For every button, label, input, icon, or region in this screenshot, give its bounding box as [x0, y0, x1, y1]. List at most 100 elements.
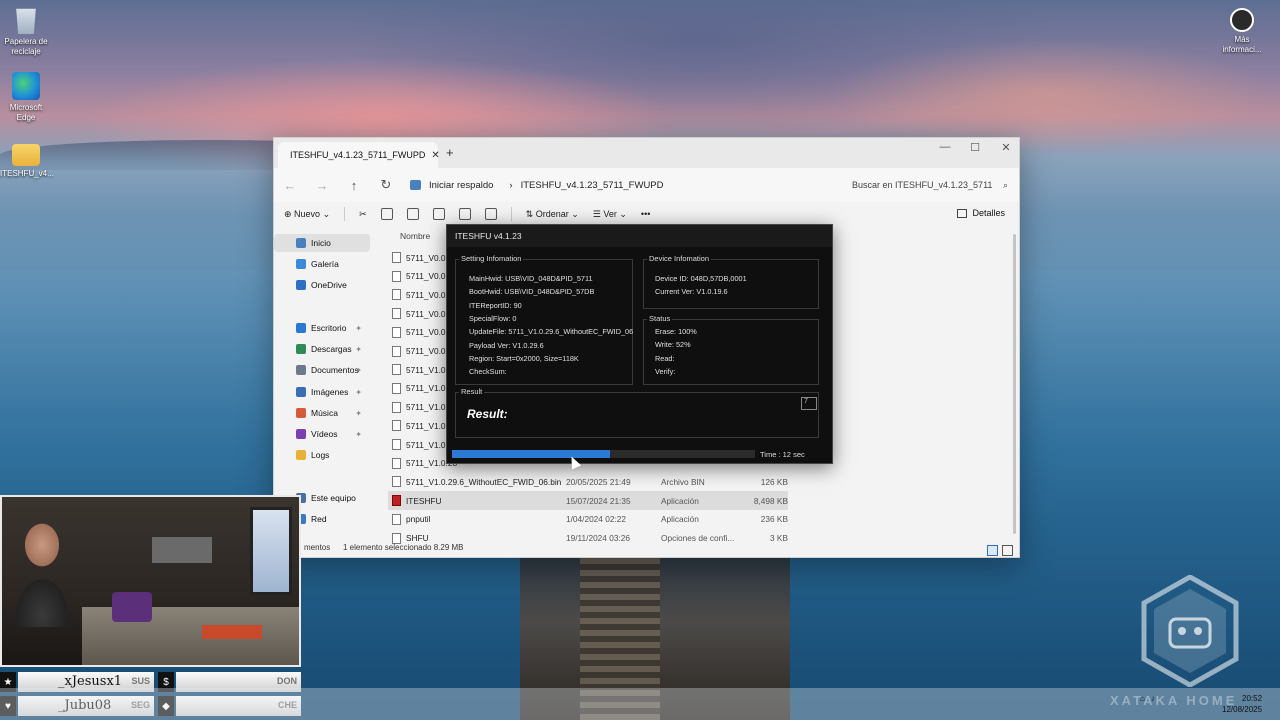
status-line: Write: 52%	[655, 340, 691, 350]
tiles-view-icon[interactable]	[1002, 545, 1013, 556]
file-date: 1/04/2024 02:22	[566, 514, 626, 525]
status-label: Status	[647, 314, 673, 323]
progress-bar	[452, 450, 755, 458]
folder-icon	[296, 280, 306, 290]
folder-icon	[12, 144, 40, 166]
up-button[interactable]: ↑	[338, 178, 370, 193]
setting-info-line: ITEReportID: 90	[469, 300, 522, 310]
sort-button[interactable]: ⇅ Ordenar ⌄	[526, 209, 579, 220]
maximize-button[interactable]: ☐	[960, 141, 990, 154]
iteshfu-title: ITESHFU v4.1.23	[447, 225, 832, 247]
sidebar-item-galería[interactable]: Galería	[274, 255, 370, 273]
sidebar-item-imágenes[interactable]: Imágenes ✦	[274, 383, 370, 401]
iteshfu-window: ITESHFU v4.1.23 Setting Infomation Devic…	[446, 224, 833, 464]
pin-icon: ✦	[355, 429, 362, 439]
device-info-line: Current Ver: V1.0.19.6	[655, 287, 728, 297]
details-pane-button[interactable]: Detalles	[957, 208, 1005, 218]
new-button[interactable]: ⊕ Nuevo ⌄	[284, 209, 330, 220]
watermark: XATAKA HOME	[1110, 693, 1238, 708]
folder-icon	[296, 408, 306, 418]
result-group-label: Result	[459, 387, 485, 396]
device-info-label: Device Infomation	[647, 254, 712, 263]
paste-icon[interactable]	[406, 208, 419, 220]
file-date: 19/11/2024 03:26	[566, 533, 630, 543]
status-line: Read:	[655, 353, 675, 363]
file-size: 126 KB	[760, 476, 788, 487]
file-icon	[392, 420, 401, 432]
folder-icon	[296, 429, 306, 439]
pin-icon: ✦	[355, 323, 362, 333]
title-bar: ITESHFU_v4.1.23_5711_FWUPD ✕ + — ☐ ✕	[274, 138, 1019, 168]
close-tab-icon[interactable]: ✕	[431, 150, 439, 161]
share-icon[interactable]	[458, 208, 471, 220]
pin-icon: ✦	[355, 408, 362, 418]
file-icon	[392, 382, 401, 394]
breadcrumb-folder[interactable]: ITESHFU_v4.1.23_5711_FWUPD	[521, 180, 664, 191]
command-bar: ⊕ Nuevo ⌄ ✂ ⇅ Ordenar ⌄ ☰ Ver ⌄ •••	[274, 202, 1019, 226]
pin-icon: ✦	[355, 387, 362, 397]
refresh-button[interactable]: ↻	[370, 177, 402, 193]
xataka-home-logo-icon	[1141, 575, 1239, 687]
scrollbar[interactable]	[1013, 234, 1016, 534]
tab-current-folder[interactable]: ITESHFU_v4.1.23_5711_FWUPD ✕	[278, 142, 440, 168]
file-name: pnputil	[406, 514, 431, 525]
breadcrumb-home[interactable]: Iniciar respaldo	[429, 180, 493, 191]
result-indicator: 7	[801, 397, 817, 410]
device-info-line: Device ID: 048D,57DB,0001	[655, 274, 747, 283]
webcam-overlay	[0, 495, 301, 667]
sidebar-item-descargas[interactable]: Descargas ✦	[274, 340, 370, 358]
back-button[interactable]: ←	[274, 178, 306, 193]
copy-icon[interactable]	[380, 208, 393, 220]
sidebar-item-música[interactable]: Música ✦	[274, 404, 370, 422]
sidebar-item-vídeos[interactable]: Vídeos ✦	[274, 425, 370, 443]
network-icon[interactable]: ⌂	[1140, 694, 1145, 703]
file-row[interactable]: 5711_V1.0.29.6_WithoutEC_FWID_06.bin 20/0…	[388, 472, 788, 491]
file-icon	[392, 476, 401, 488]
file-type: Opciones de confi...	[661, 533, 735, 543]
close-button[interactable]: ✕	[991, 141, 1021, 154]
file-icon	[392, 345, 401, 357]
sidebar-item-onedrive[interactable]: OneDrive	[274, 276, 370, 294]
sidebar-item-inicio[interactable]: Inicio	[274, 234, 370, 252]
file-icon	[392, 532, 401, 544]
rename-icon[interactable]	[432, 208, 445, 220]
status-line: Erase: 100%	[655, 327, 697, 336]
details-icon	[957, 208, 968, 218]
more-options-button[interactable]: •••	[641, 209, 650, 219]
folder-icon	[296, 344, 306, 354]
file-icon	[392, 326, 401, 338]
file-row[interactable]: ITESHFU 15/07/2024 21:35 Aplicación 8,498 K…	[388, 491, 788, 511]
cut-icon[interactable]: ✂	[359, 209, 367, 220]
volume-icon[interactable]: ♪	[1151, 694, 1155, 703]
file-type: Archivo BIN	[661, 476, 705, 487]
taskbar	[0, 688, 1280, 720]
new-tab-button[interactable]: +	[446, 145, 454, 160]
taskbar-clock[interactable]: 20:52 12/08/2025	[1222, 693, 1262, 715]
view-toggle	[987, 545, 1013, 556]
sidebar-item-documentos[interactable]: Documentos ✦	[274, 361, 370, 379]
view-button[interactable]: ☰ Ver ⌄	[593, 209, 627, 220]
delete-icon[interactable]	[484, 208, 497, 220]
address-bar[interactable]: Iniciar respaldo › ITESHFU_v4.1.23_5711_…	[410, 173, 840, 197]
folder-icon	[296, 387, 306, 397]
search-placeholder: Buscar en ITESHFU_v4.1.23_5711	[852, 180, 993, 190]
desktop-icon-more-info[interactable]: Más informaci...	[1218, 8, 1266, 55]
search-box[interactable]: Buscar en ITESHFU_v4.1.23_5711 ⌕	[846, 173, 1014, 197]
application-icon	[392, 495, 401, 507]
details-view-icon[interactable]	[987, 545, 998, 556]
device-info-group	[643, 259, 819, 309]
file-date: 15/07/2024 21:35	[566, 495, 631, 506]
desktop-icon-edge[interactable]: Microsoft Edge	[0, 72, 52, 123]
status-bar: mentos 1 elemento seleccionado 8.29 MB	[274, 543, 1019, 559]
sidebar-item-logs[interactable]: Logs	[274, 446, 370, 464]
folder-icon	[296, 323, 306, 333]
desktop-icon-recycle-bin[interactable]: Papelera de reciclaje	[0, 6, 52, 57]
file-name: SHFU	[406, 533, 429, 543]
file-row[interactable]: pnputil 1/04/2024 02:22 Aplicación 236 KB	[388, 510, 788, 529]
column-header-name[interactable]: Nombre	[400, 231, 430, 241]
minimize-button[interactable]: —	[930, 141, 960, 153]
sidebar-item-escritorio[interactable]: Escritorio ✦	[274, 319, 370, 337]
result-group	[455, 392, 819, 438]
forward-button[interactable]: →	[306, 178, 338, 193]
desktop-icon-folder[interactable]: ITESHFU_v4...	[0, 138, 54, 179]
